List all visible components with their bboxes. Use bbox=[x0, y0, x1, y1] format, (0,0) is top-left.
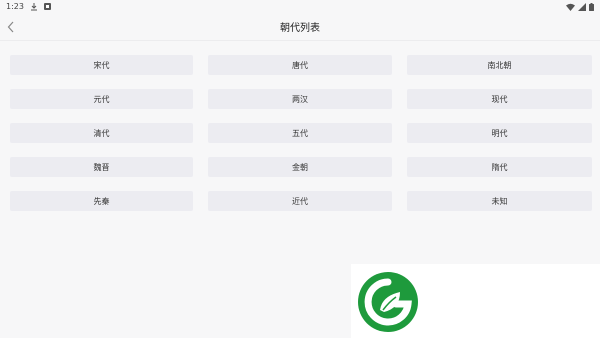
logo-overlay-panel bbox=[351, 264, 600, 338]
dynasty-button[interactable]: 南北朝 bbox=[407, 55, 592, 75]
signal-icon bbox=[578, 2, 586, 11]
dynasty-button[interactable]: 唐代 bbox=[208, 55, 392, 75]
dynasty-button[interactable]: 金朝 bbox=[208, 157, 392, 177]
download-icon bbox=[30, 2, 38, 11]
dynasty-button[interactable]: 魏晋 bbox=[10, 157, 193, 177]
status-left: 1:23 bbox=[6, 2, 51, 11]
dynasty-button[interactable]: 明代 bbox=[407, 123, 592, 143]
back-chevron-icon[interactable] bbox=[4, 19, 18, 35]
dynasty-grid: 宋代 唐代 南北朝 元代 两汉 现代 清代 五代 明代 魏晋 金朝 隋代 先秦 … bbox=[10, 55, 593, 211]
dynasty-button[interactable]: 元代 bbox=[10, 89, 193, 109]
dynasty-button[interactable]: 近代 bbox=[208, 191, 392, 211]
status-bar: 1:23 bbox=[0, 0, 600, 13]
dynasty-button[interactable]: 先秦 bbox=[10, 191, 193, 211]
notification-app-icon bbox=[43, 3, 51, 10]
app-bar: 朝代列表 bbox=[0, 13, 600, 41]
dynasty-button[interactable]: 现代 bbox=[407, 89, 592, 109]
page-title: 朝代列表 bbox=[280, 23, 320, 34]
dynasty-button[interactable]: 五代 bbox=[208, 123, 392, 143]
green-leaf-logo-icon bbox=[356, 270, 420, 334]
dynasty-button[interactable]: 宋代 bbox=[10, 55, 193, 75]
status-right bbox=[566, 2, 594, 11]
dynasty-button[interactable]: 隋代 bbox=[407, 157, 592, 177]
wifi-icon bbox=[566, 3, 575, 11]
status-time: 1:23 bbox=[6, 2, 24, 11]
dynasty-button[interactable]: 未知 bbox=[407, 191, 592, 211]
dynasty-button[interactable]: 两汉 bbox=[208, 89, 392, 109]
dynasty-button[interactable]: 清代 bbox=[10, 123, 193, 143]
battery-icon bbox=[589, 2, 594, 11]
